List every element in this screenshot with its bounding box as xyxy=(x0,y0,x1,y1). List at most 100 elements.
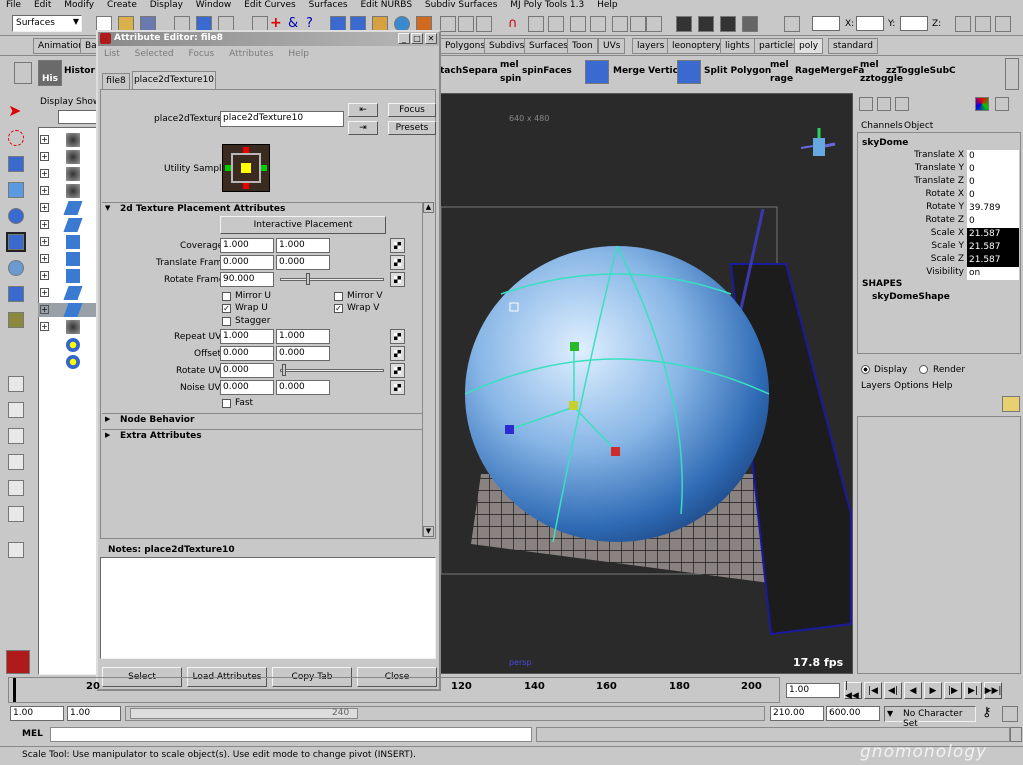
channel-value[interactable]: on xyxy=(967,267,1019,280)
layout-graph-icon[interactable] xyxy=(8,506,24,522)
x-field[interactable] xyxy=(812,16,840,31)
z-field[interactable] xyxy=(900,16,928,31)
viewport-panel[interactable]: 640 x 480 persp 17.8 fps xyxy=(440,93,853,674)
snap-live-icon[interactable] xyxy=(528,16,544,32)
outliner-item[interactable]: + xyxy=(38,201,96,215)
menu-subdiv-surfaces[interactable]: Subdiv Surfaces xyxy=(425,0,498,10)
step-forward-key-icon[interactable]: |▶ xyxy=(944,682,962,699)
channel-value-selected[interactable]: 21.587 xyxy=(967,228,1019,241)
step-forward-icon[interactable]: ▶| xyxy=(964,682,982,699)
construction-history-icon[interactable] xyxy=(590,16,606,32)
channel-value[interactable]: 0 xyxy=(967,176,1019,189)
manip-handle-x[interactable] xyxy=(505,425,514,434)
mirror-u-checkbox[interactable] xyxy=(222,292,231,301)
rotate-uv-slider-handle[interactable] xyxy=(282,364,286,376)
render-globals-icon[interactable] xyxy=(646,16,662,32)
snap-grid-icon[interactable] xyxy=(440,16,456,32)
zz-toggle-subd-label[interactable]: zzToggleSubC xyxy=(886,66,956,76)
shelf-tab-lights[interactable]: lights xyxy=(720,38,755,54)
ipr-render-icon[interactable] xyxy=(630,16,646,32)
channel-value[interactable]: 39.789 xyxy=(967,202,1019,215)
rage-merge-label[interactable]: RageMergeFa xyxy=(795,66,864,76)
offset-u-field[interactable]: 0.000 xyxy=(220,346,274,361)
step-back-icon[interactable]: |◀ xyxy=(864,682,882,699)
mel-input[interactable] xyxy=(50,727,532,742)
outliner-item[interactable]: + xyxy=(38,320,96,334)
layout-persp-graph-icon[interactable] xyxy=(8,454,24,470)
wrap-u-checkbox[interactable]: ✓ xyxy=(222,304,231,313)
menu-file[interactable]: File xyxy=(6,0,21,10)
key-icon[interactable]: ⚷ xyxy=(982,706,998,722)
soft-mod-icon[interactable] xyxy=(8,286,24,302)
range-slider-bar[interactable] xyxy=(130,708,358,719)
section-header-extra[interactable]: ▶ Extra Attributes xyxy=(102,429,422,442)
translate-frame-v-field[interactable]: 0.000 xyxy=(276,255,330,270)
channel-value[interactable]: 0 xyxy=(967,215,1019,228)
layout-four-icon[interactable] xyxy=(8,402,24,418)
outliner-item[interactable]: + xyxy=(38,167,96,181)
notes-textarea[interactable] xyxy=(100,557,436,659)
render-radio[interactable] xyxy=(919,365,928,374)
outliner-search-field[interactable] xyxy=(58,110,98,124)
close-icon[interactable]: ✕ xyxy=(425,33,437,44)
merge-vertices-icon[interactable] xyxy=(585,60,609,84)
range-inner-start-field[interactable]: 1.00 xyxy=(67,706,121,721)
rotate-uv-slider[interactable] xyxy=(280,369,384,372)
rotate-frame-field[interactable]: 90.000 xyxy=(220,272,274,287)
spin-faces-label[interactable]: spinFaces xyxy=(522,66,572,76)
clapper-ipr-icon[interactable] xyxy=(698,16,714,32)
attr-menu-attributes[interactable]: Attributes xyxy=(229,49,273,59)
channels-menu[interactable]: Channels xyxy=(861,121,903,131)
manipulator-icon[interactable] xyxy=(8,260,24,276)
offset-v-field[interactable]: 0.000 xyxy=(276,346,330,361)
stagger-checkbox[interactable] xyxy=(222,317,231,326)
help-menu[interactable]: Help xyxy=(932,381,953,391)
tab-file8[interactable]: file8 xyxy=(102,73,130,89)
color-picker-icon[interactable] xyxy=(975,97,989,111)
channel-row-scale-x[interactable]: Scale X 21.587 xyxy=(860,228,1020,241)
range-slider[interactable]: 240 xyxy=(125,706,765,721)
channel-options-icon[interactable] xyxy=(995,97,1009,111)
menu-display[interactable]: Display xyxy=(150,0,183,10)
outliner-item[interactable]: + xyxy=(38,133,96,147)
range-end-inner-field[interactable]: 210.00 xyxy=(770,706,824,721)
merge-vertices-label[interactable]: Merge Vertice xyxy=(613,66,684,76)
scale-tool-icon[interactable] xyxy=(6,232,26,252)
menu-edit-nurbs[interactable]: Edit NURBS xyxy=(360,0,412,10)
new-layer-icon[interactable] xyxy=(1002,396,1020,412)
section-header-placement[interactable]: ▼ 2d Texture Placement Attributes xyxy=(102,202,422,215)
menu-mj-poly-tools[interactable]: MJ Poly Tools 1.3 xyxy=(510,0,584,10)
coverage-map-button[interactable] xyxy=(390,238,405,253)
outliner-item[interactable]: + xyxy=(38,235,96,249)
outliner-item[interactable] xyxy=(38,355,96,369)
split-polygon-icon[interactable] xyxy=(677,60,701,84)
options-menu[interactable]: Options xyxy=(894,381,929,391)
menu-edit-curves[interactable]: Edit Curves xyxy=(244,0,296,10)
fast-checkbox[interactable] xyxy=(222,399,231,408)
rotate-tool-icon[interactable] xyxy=(8,208,24,224)
move-tool-icon[interactable] xyxy=(8,182,24,198)
outliner-item[interactable]: + xyxy=(38,184,96,198)
node-name-field[interactable]: place2dTexture10 xyxy=(220,111,344,127)
rotate-frame-map-button[interactable] xyxy=(390,272,405,287)
focus-button[interactable]: ⇤ xyxy=(348,103,378,117)
channel-row-rotate-y[interactable]: Rotate Y 39.789 xyxy=(860,202,1020,215)
snap-curve-icon[interactable] xyxy=(458,16,474,32)
menu-modify[interactable]: Modify xyxy=(64,0,94,10)
attr-menu-selected[interactable]: Selected xyxy=(135,49,174,59)
snap-point-icon[interactable] xyxy=(476,16,492,32)
outliner-item-selected[interactable]: + xyxy=(38,303,96,317)
toggle-toolsettings-icon[interactable] xyxy=(975,16,991,32)
channel-row-translate-x[interactable]: Translate X0 xyxy=(860,150,1020,163)
menu-window[interactable]: Window xyxy=(196,0,232,10)
coverage-v-field[interactable]: 1.000 xyxy=(276,238,330,253)
clapper-icon[interactable] xyxy=(676,16,692,32)
go-to-start-icon[interactable]: |◀◀ xyxy=(844,681,862,701)
shelf-scroll[interactable] xyxy=(1005,58,1019,90)
play-forward-icon[interactable]: ▶ xyxy=(924,682,942,699)
history-on-icon[interactable] xyxy=(570,16,586,32)
interactive-placement-button[interactable]: Interactive Placement xyxy=(220,216,386,234)
maximize-button[interactable]: □ xyxy=(411,33,423,44)
shelf-tab-poly[interactable]: poly xyxy=(794,38,824,54)
play-backward-icon[interactable]: ◀ xyxy=(904,682,922,699)
